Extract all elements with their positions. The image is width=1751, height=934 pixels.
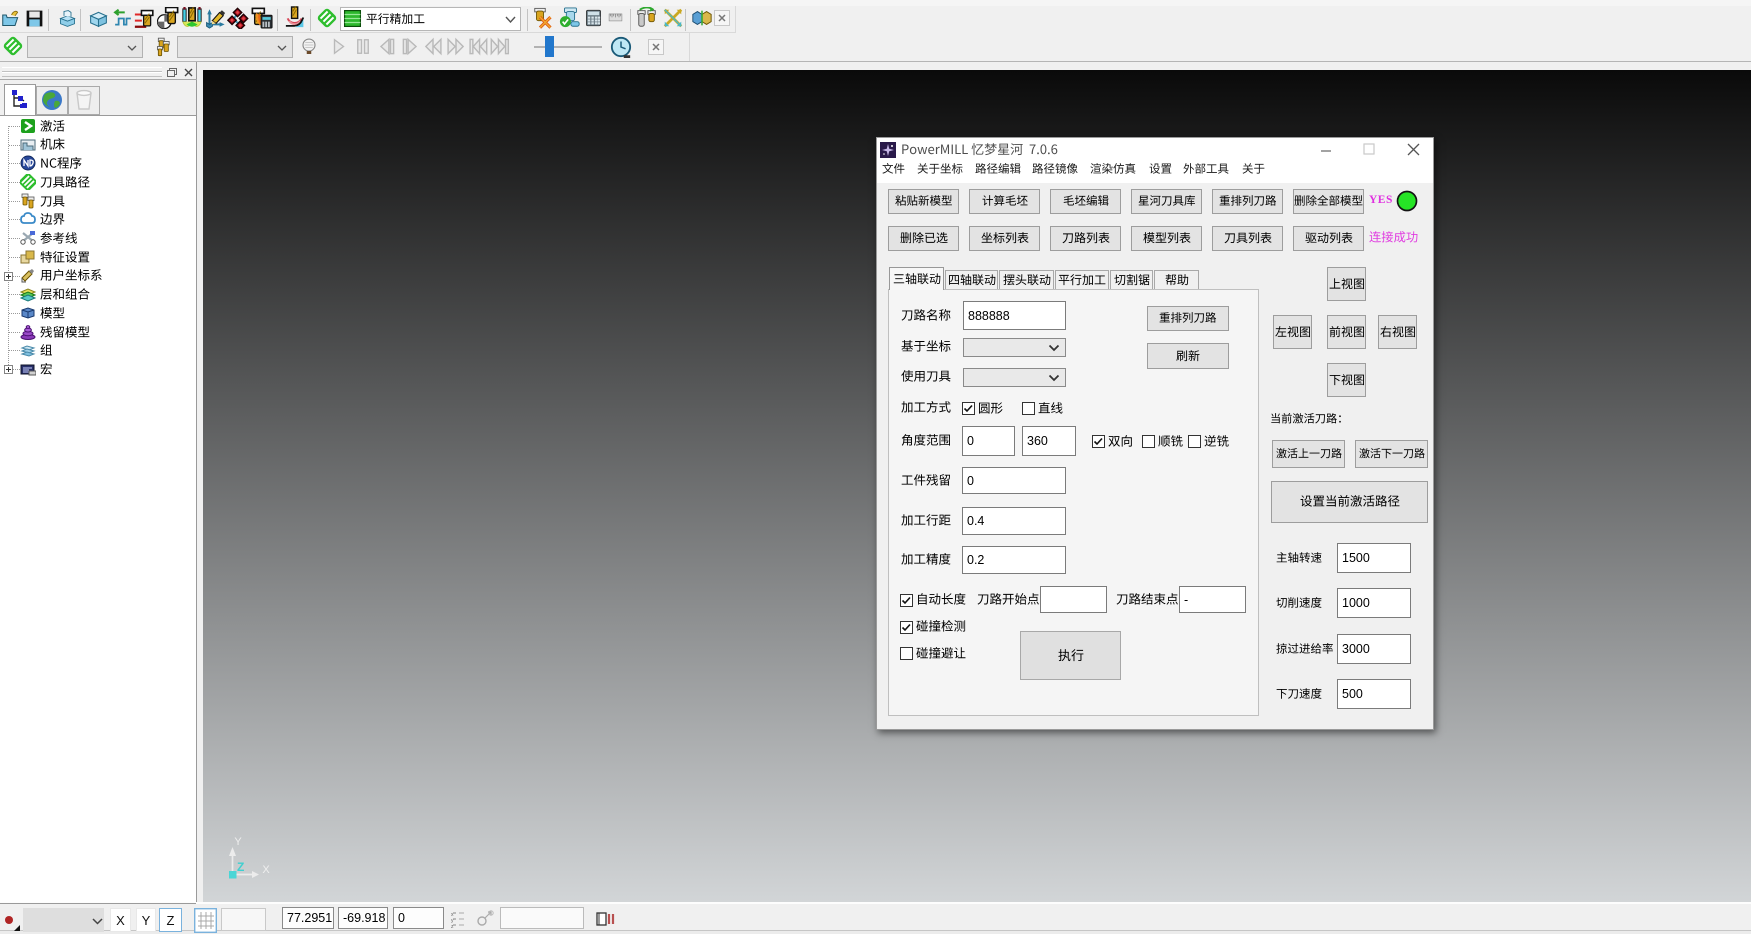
svg-text:Z: Z: [237, 860, 244, 874]
svg-text:X: X: [262, 864, 270, 876]
svg-text:Y: Y: [234, 836, 242, 848]
